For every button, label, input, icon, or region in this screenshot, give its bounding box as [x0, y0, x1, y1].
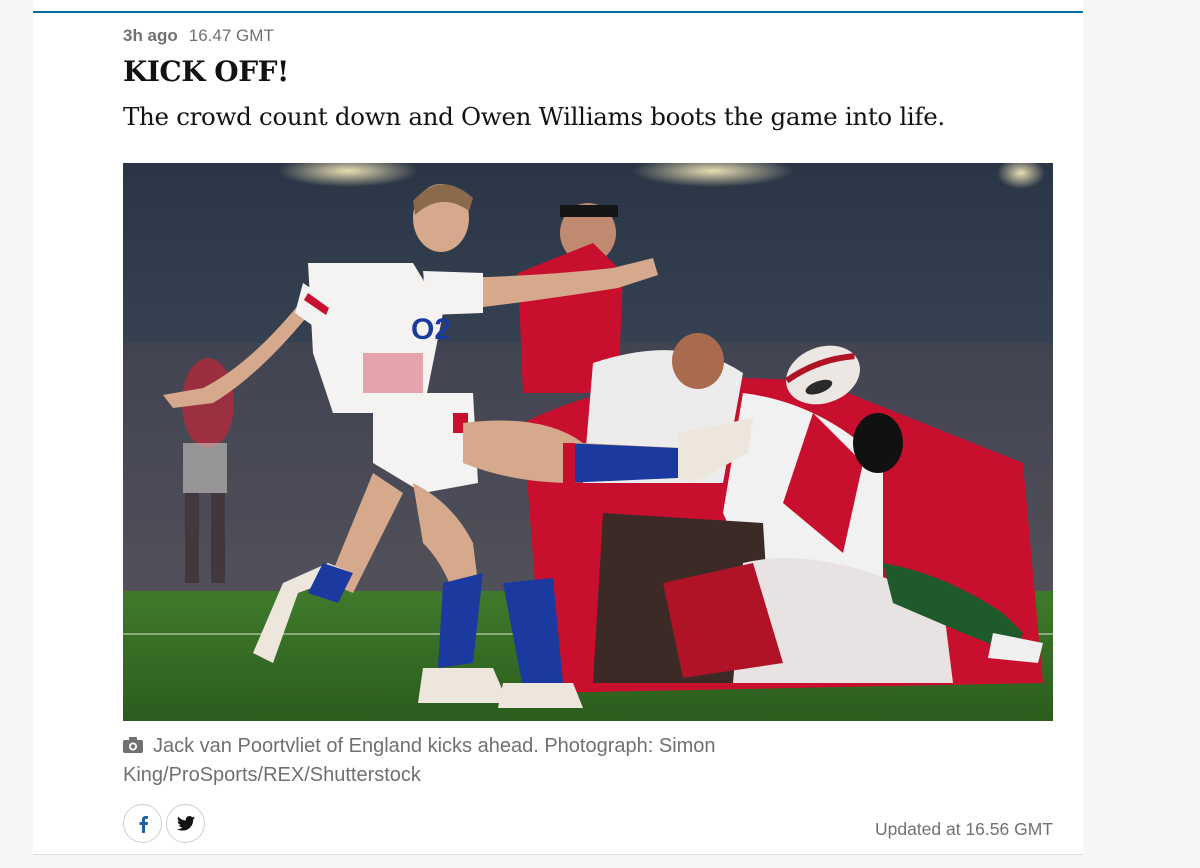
caption-text: Jack van Poortvliet of England kicks ahe… [123, 735, 716, 786]
twitter-icon [176, 816, 195, 831]
facebook-share-button[interactable] [123, 804, 162, 843]
post-divider [33, 854, 1083, 855]
shirt-logo: O2 [411, 313, 451, 346]
relative-time: 3h ago [123, 26, 178, 45]
share-buttons [123, 804, 205, 843]
absolute-time: 16.47 GMT [188, 26, 274, 45]
facebook-icon [139, 815, 148, 833]
post-lede: The crowd count down and Owen Williams b… [123, 102, 945, 131]
post-timestamp[interactable]: 3h ago 16.47 GMT [123, 26, 274, 46]
post-photo[interactable]: O2 [123, 163, 1053, 721]
post-accent-rule [33, 11, 1083, 13]
rugby-photo-illustration: O2 [123, 163, 1053, 721]
page-gutter-right [1083, 0, 1200, 868]
twitter-share-button[interactable] [166, 804, 205, 843]
page-gutter-left [0, 0, 33, 868]
updated-time: Updated at 16.56 GMT [874, 819, 1053, 839]
post-title: KICK OFF! [123, 55, 289, 88]
photo-caption: Jack van Poortvliet of England kicks ahe… [123, 732, 823, 789]
liveblog-post: 3h ago 16.47 GMT KICK OFF! The crowd cou… [33, 0, 1083, 855]
camera-icon [123, 733, 143, 761]
